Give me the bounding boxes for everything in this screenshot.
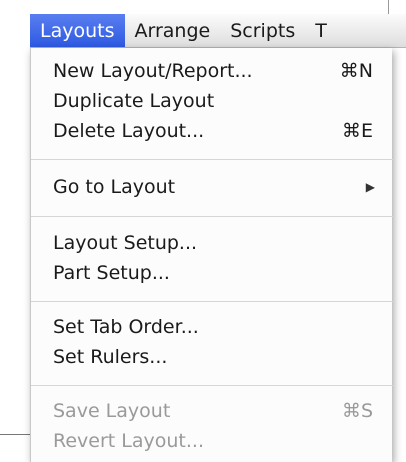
menu-item-shortcut: ⌘S (341, 400, 373, 422)
menu-separator (31, 301, 393, 302)
submenu-arrow-icon: ▶ (365, 180, 375, 194)
menubar-layouts[interactable]: Layouts (30, 14, 125, 47)
menu-item-label: Save Layout (53, 400, 171, 422)
menubar-scripts[interactable]: Scripts (220, 14, 305, 47)
menu-item-label: Delete Layout... (53, 120, 205, 142)
menu-item-save-layout[interactable]: Save Layout ⌘S (31, 396, 393, 426)
menu-item-label: Part Setup... (53, 262, 170, 284)
menu-item-revert-layout[interactable]: Revert Layout... (31, 426, 393, 456)
menu-item-set-tab-order[interactable]: Set Tab Order... (31, 312, 393, 342)
menu-separator (31, 385, 393, 386)
menu-item-label: Duplicate Layout (53, 90, 215, 112)
menu-item-part-setup[interactable]: Part Setup... (31, 258, 393, 288)
menu-item-delete-layout[interactable]: Delete Layout... ⌘E (31, 116, 393, 146)
menu-item-layout-setup[interactable]: Layout Setup... (31, 228, 393, 258)
menu-bar: Layouts Arrange Scripts T (30, 14, 406, 48)
menubar-arrange[interactable]: Arrange (125, 14, 221, 47)
menu-item-label: Set Tab Order... (53, 316, 199, 338)
menu-item-shortcut: ⌘N (339, 60, 373, 82)
menu-item-go-to-layout[interactable]: Go to Layout ▶ (31, 172, 393, 202)
menu-item-label: Layout Setup... (53, 232, 198, 254)
menu-item-label: Revert Layout... (53, 430, 204, 452)
background-divider (0, 434, 30, 435)
menu-item-label: Set Rulers... (53, 346, 168, 368)
menu-separator (31, 216, 393, 217)
menu-item-set-rulers[interactable]: Set Rulers... (31, 342, 393, 372)
menu-item-label: Go to Layout (53, 176, 176, 198)
menu-item-new-layout-report[interactable]: New Layout/Report... ⌘N (31, 56, 393, 86)
layouts-dropdown-menu: New Layout/Report... ⌘N Duplicate Layout… (30, 48, 393, 462)
menu-item-duplicate-layout[interactable]: Duplicate Layout (31, 86, 393, 116)
menubar-tools[interactable]: T (305, 14, 333, 47)
menu-item-shortcut: ⌘E (341, 120, 373, 142)
menu-separator (31, 159, 393, 160)
menu-item-label: New Layout/Report... (53, 60, 253, 82)
